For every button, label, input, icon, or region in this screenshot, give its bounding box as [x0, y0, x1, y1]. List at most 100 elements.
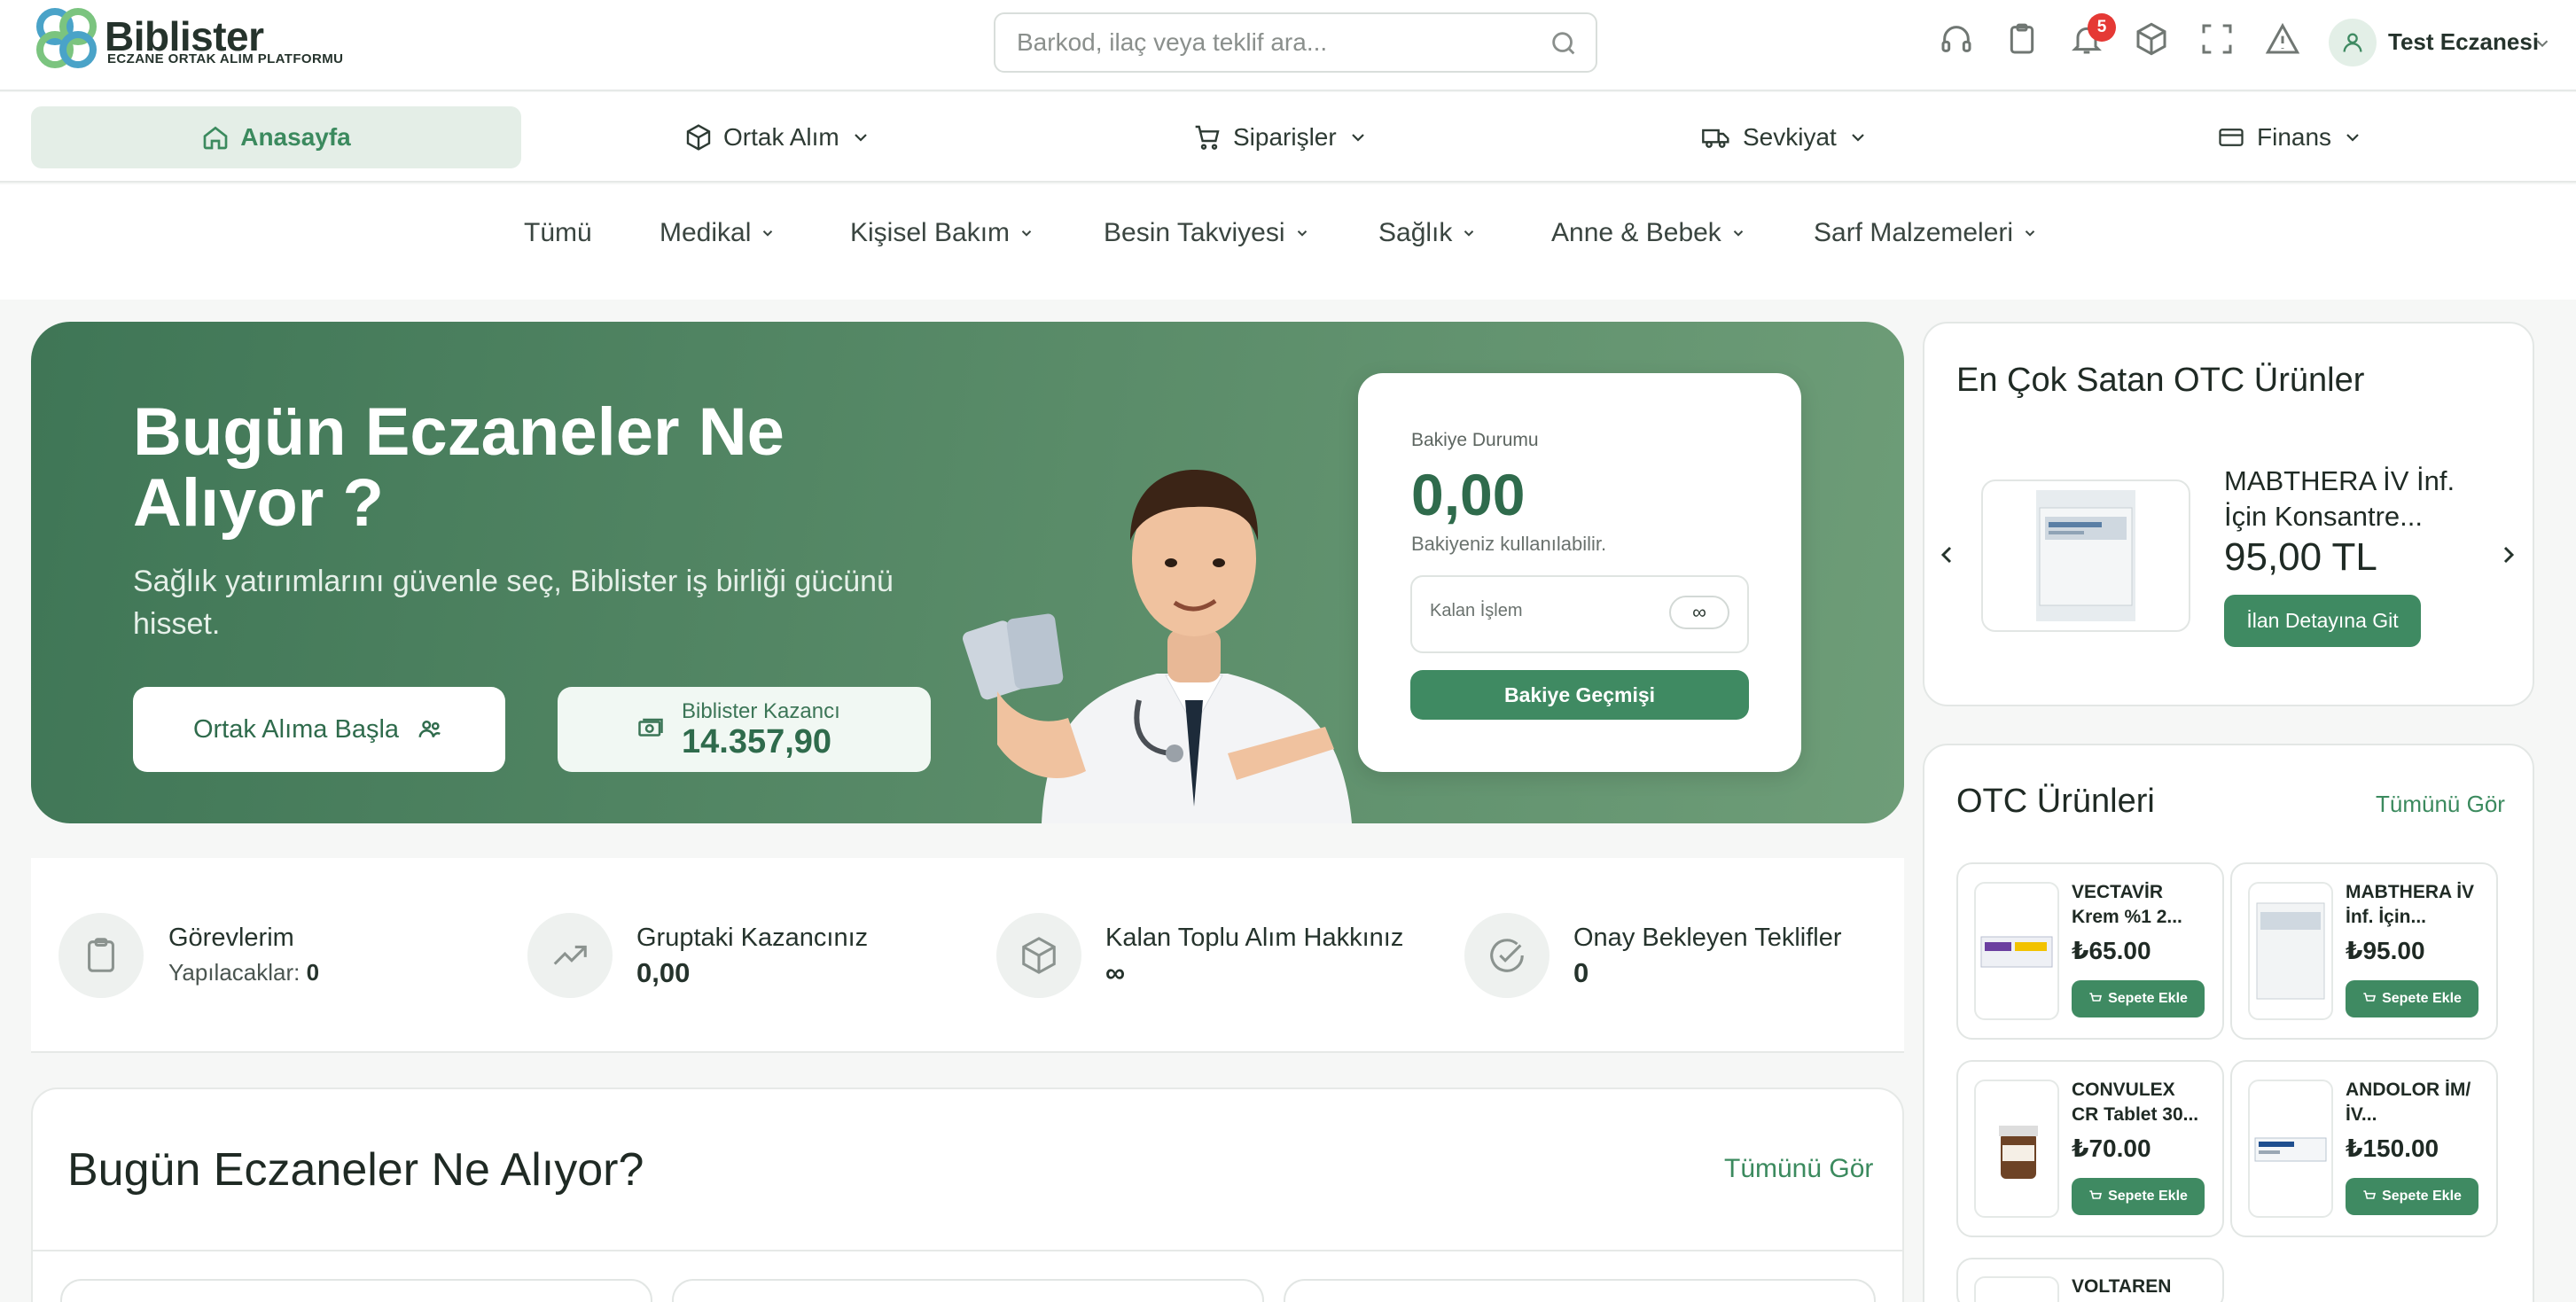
nav-item-label: Siparişler — [1233, 123, 1337, 151]
product-name: MABTHERA İV İnf. İçin... — [2346, 882, 2475, 927]
add-to-cart-button[interactable]: Sepete Ekle — [2072, 1178, 2205, 1215]
category-label: Anne & Bebek — [1551, 218, 1721, 247]
add-to-cart-label: Sepete Ekle — [2382, 1189, 2462, 1204]
category-label: Besin Takviyesi — [1104, 218, 1285, 247]
nav-ortak-alim[interactable]: Ortak Alım — [684, 115, 871, 160]
avatar[interactable] — [2329, 19, 2377, 66]
category-kisisel-bakim[interactable]: Kişisel Bakım — [850, 218, 1034, 248]
category-sarf-malzemeleri[interactable]: Sarf Malzemeleri — [1814, 218, 2038, 248]
category-besin-takviyesi[interactable]: Besin Takviyesi — [1104, 218, 1310, 248]
nav-home-label: Anasayfa — [240, 123, 351, 151]
check-circle-icon — [1464, 913, 1550, 998]
stat-sub-label: Yapılacaklar: 0 — [168, 959, 319, 986]
nav-home[interactable]: Anasayfa — [31, 106, 521, 168]
doctor-illustration — [962, 434, 1405, 823]
add-to-cart-button[interactable]: Sepete Ekle — [2346, 1178, 2478, 1215]
add-to-cart-button[interactable]: Sepete Ekle — [2346, 980, 2478, 1017]
product-name: VOLTAREN — [2072, 1276, 2172, 1297]
today-product-card[interactable] — [1284, 1279, 1876, 1302]
chevron-down-icon — [1294, 225, 1310, 241]
clipboard-icon[interactable] — [2004, 21, 2047, 64]
hero-subtitle: Sağlık yatırımlarını güvenle seç, Biblis… — [133, 565, 894, 641]
best-seller-product-name: MABTHERA İV İnf. İçin Konsantre... — [2224, 465, 2455, 532]
cash-icon — [636, 715, 666, 742]
cart-icon — [2362, 992, 2377, 1006]
headset-icon[interactable] — [1939, 21, 1981, 64]
stat-title: Görevlerim — [168, 924, 294, 952]
category-label: Kişisel Bakım — [850, 218, 1011, 247]
user-name[interactable]: Test Eczanesi — [2388, 28, 2539, 56]
biblister-gain-box: Biblister Kazancı 14.357,90 — [558, 687, 931, 772]
chevron-down-icon — [1730, 225, 1746, 241]
category-label: Sağlık — [1378, 218, 1453, 247]
gain-label: Biblister Kazancı — [682, 699, 840, 723]
credit-card-icon — [2216, 124, 2246, 151]
balance-history-button[interactable]: Bakiye Geçmişi — [1410, 670, 1749, 720]
balance-note: Bakiyeniz kullanılabilir. — [1411, 533, 1607, 555]
product-name: VECTAVİR Krem %1 2... — [2072, 882, 2182, 927]
product-thumbnail — [1974, 882, 2059, 1020]
product-price: ₺70.00 — [2072, 1134, 2151, 1162]
start-group-purchase-button[interactable]: Ortak Alıma Başla — [133, 687, 505, 772]
add-to-cart-label: Sepete Ekle — [2108, 1189, 2188, 1204]
product-price: ₺65.00 — [2072, 937, 2151, 964]
users-icon — [415, 716, 445, 743]
warning-icon[interactable] — [2264, 21, 2307, 64]
today-product-card[interactable] — [60, 1279, 652, 1302]
chevron-down-icon — [1347, 127, 1369, 148]
category-tumu[interactable]: Tümü — [524, 218, 592, 248]
go-to-listing-button[interactable]: İlan Detayına Git — [2224, 595, 2421, 647]
cart-icon — [1192, 123, 1222, 152]
product-thumbnail — [1974, 1276, 2059, 1302]
product-thumbnail — [2248, 1080, 2333, 1218]
product-name: CONVULEX CR Tablet 30... — [2072, 1080, 2199, 1125]
trend-up-icon — [527, 913, 613, 998]
today-product-card[interactable] — [672, 1279, 1264, 1302]
divider — [31, 1250, 1904, 1251]
chevron-down-icon[interactable] — [2533, 34, 2552, 53]
chevron-right-icon[interactable] — [2494, 541, 2523, 569]
nav-item-label: Sevkiyat — [1743, 123, 1837, 151]
truck-icon — [1700, 123, 1732, 152]
chevron-left-icon[interactable] — [1932, 541, 1961, 569]
nav-siparisler[interactable]: Siparişler — [1192, 115, 1369, 160]
chevron-down-icon — [2342, 127, 2363, 148]
nav-finans[interactable]: Finans — [2216, 115, 2363, 160]
nav-sevkiyat[interactable]: Sevkiyat — [1700, 115, 1869, 160]
chevron-down-icon — [850, 127, 871, 148]
otc-see-all-link[interactable]: Tümünü Gör — [2376, 791, 2505, 818]
chevron-down-icon — [760, 225, 776, 241]
start-button-label: Ortak Alıma Başla — [192, 714, 400, 744]
nav-item-label: Ortak Alım — [723, 123, 839, 151]
gain-value: 14.357,90 — [682, 723, 832, 760]
home-icon — [201, 123, 230, 152]
package-icon[interactable] — [2134, 21, 2176, 64]
category-medikal[interactable]: Medikal — [660, 218, 776, 248]
stat-value: 0,00 — [636, 957, 691, 988]
search-icon[interactable] — [1549, 28, 1579, 58]
stat-title: Kalan Toplu Alım Hakkınız — [1105, 924, 1404, 952]
stat-value: ∞ — [1105, 957, 1126, 988]
product-price: ₺95.00 — [2346, 937, 2425, 964]
today-see-all-link[interactable]: Tümünü Gör — [1724, 1154, 1873, 1184]
best-seller-product-price: 95,00 TL — [2224, 535, 2377, 579]
product-thumbnail — [2248, 882, 2333, 1020]
add-to-cart-button[interactable]: Sepete Ekle — [2072, 980, 2205, 1017]
balance-label: Bakiye Durumu — [1411, 430, 1539, 450]
product-price: ₺150.00 — [2346, 1134, 2439, 1162]
chevron-down-icon — [1847, 127, 1869, 148]
stat-value: 0 — [1573, 957, 1589, 988]
stat-title: Onay Bekleyen Teklifler — [1573, 924, 1842, 952]
remaining-value: ∞ — [1669, 596, 1729, 629]
category-anne-bebek[interactable]: Anne & Bebek — [1551, 218, 1746, 248]
category-saglik[interactable]: Sağlık — [1378, 218, 1477, 248]
brand-logo[interactable] — [34, 7, 105, 71]
search-input[interactable] — [1017, 25, 1531, 60]
search-box[interactable] — [994, 12, 1597, 73]
fullscreen-icon[interactable] — [2199, 21, 2242, 64]
add-to-cart-label: Sepete Ekle — [2108, 991, 2188, 1006]
stat-title: Gruptaki Kazancınız — [636, 924, 869, 952]
remaining-label: Kalan İşlem — [1430, 601, 1523, 620]
category-label: Sarf Malzemeleri — [1814, 218, 2014, 247]
stat-sub-text: Yapılacaklar: — [168, 959, 301, 986]
